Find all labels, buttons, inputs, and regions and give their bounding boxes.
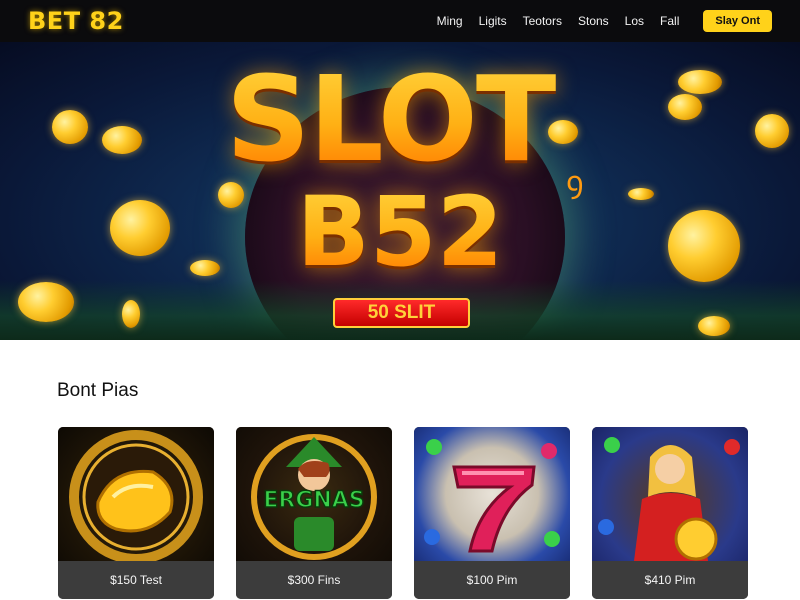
ergnas-character-image: ERGNAS	[236, 427, 392, 561]
coin-icon	[18, 282, 74, 322]
golden-wheel-icon	[69, 430, 203, 564]
card-label: $100 Pim	[414, 561, 570, 599]
golden-wheel-image	[58, 427, 214, 564]
nav-item-2[interactable]: Ligits	[479, 14, 507, 28]
game-card[interactable]: $150 Test	[58, 427, 214, 599]
section-title: Bont Pias	[57, 380, 139, 401]
hero-title: SLOT	[150, 60, 630, 178]
hero-badge-button[interactable]: 50 SLIT	[333, 298, 470, 328]
game-card[interactable]: $100 Pim	[414, 427, 570, 599]
game-cards: $150 Test ERGNAS $300 Fins $100 Pim $410…	[58, 427, 748, 599]
sign-up-button[interactable]: Slay Ont	[703, 10, 772, 32]
game-card[interactable]: $410 Pim	[592, 427, 748, 599]
nav-item-4[interactable]: Stons	[578, 14, 609, 28]
coin-icon	[698, 316, 730, 336]
hero-subtitle: B52	[265, 184, 535, 280]
coin-icon	[52, 110, 88, 144]
card-label: $300 Fins	[236, 561, 392, 599]
coin-icon	[628, 188, 654, 200]
coin-icon	[668, 210, 740, 282]
coin-icon	[122, 300, 140, 328]
coin-icon	[755, 114, 789, 148]
main-nav: Ming Ligits Teotors Stons Los Fall Slay …	[437, 10, 772, 32]
game-card[interactable]: ERGNAS $300 Fins	[236, 427, 392, 599]
lucky-seven-icon	[424, 439, 560, 553]
coin-girl-image	[592, 427, 748, 561]
coin-icon	[102, 126, 142, 154]
nav-item-1[interactable]: Ming	[437, 14, 463, 28]
nav-item-5[interactable]: Los	[625, 14, 644, 28]
coin-icon	[190, 260, 220, 276]
lucky-seven-image	[414, 427, 570, 561]
nav-item-6[interactable]: Fall	[660, 14, 679, 28]
card-label: $410 Pim	[592, 561, 748, 599]
coin-icon	[110, 200, 170, 256]
coin-icon	[668, 94, 702, 120]
card-label: $150 Test	[58, 561, 214, 599]
top-navbar: BET 82 Ming Ligits Teotors Stons Los Fal…	[0, 0, 800, 42]
svg-text:ERGNAS: ERGNAS	[263, 488, 364, 513]
character-icon	[598, 437, 740, 561]
character-icon: ERGNAS	[251, 434, 377, 560]
site-logo[interactable]: BET 82	[28, 7, 124, 35]
coin-icon	[678, 70, 722, 94]
nav-item-3[interactable]: Teotors	[523, 14, 562, 28]
hero-banner[interactable]: ꝯ SLOT B52 50 SLIT	[0, 42, 800, 340]
